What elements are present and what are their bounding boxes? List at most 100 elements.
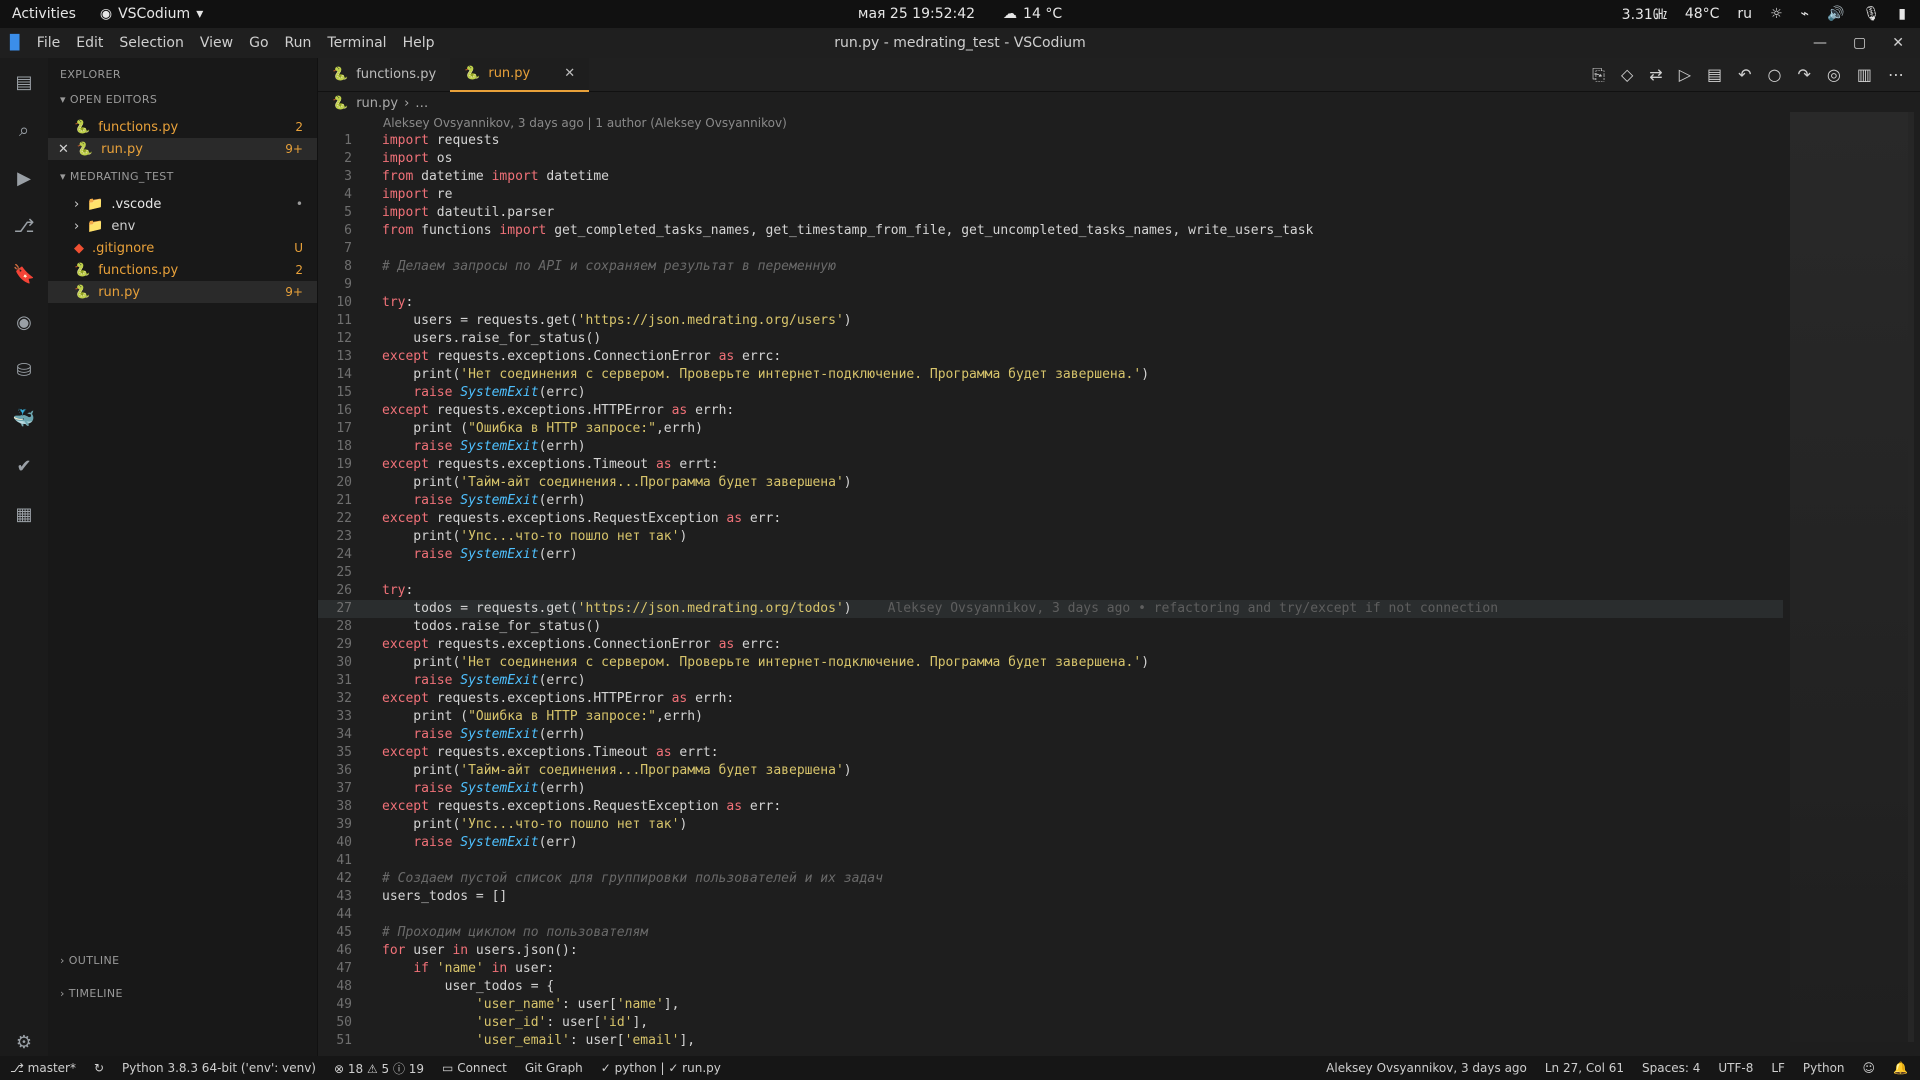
action-icon-2[interactable]: ◇	[1621, 65, 1633, 85]
menu-run[interactable]: Run	[277, 35, 320, 51]
code-line[interactable]: 50 'user_id': user['id'],	[318, 1014, 1783, 1032]
code-line[interactable]: 11 users = requests.get('https://json.me…	[318, 312, 1783, 330]
docker-icon[interactable]: 🐳	[10, 404, 38, 432]
connect-status[interactable]: ▭ Connect	[442, 1061, 507, 1075]
code-line[interactable]: 9	[318, 276, 1783, 294]
code-line[interactable]: 24 raise SystemExit(err)	[318, 546, 1783, 564]
code-line[interactable]: 7	[318, 240, 1783, 258]
action-icon-6[interactable]: ◎	[1827, 65, 1841, 85]
code-line[interactable]: 28 todos.raise_for_status()	[318, 618, 1783, 636]
datetime[interactable]: мая 25 19:52:42	[858, 6, 975, 22]
run-debug-icon[interactable]: ▶	[10, 164, 38, 192]
code-line[interactable]: 30 print('Нет соединения с сервером. Про…	[318, 654, 1783, 672]
code-line[interactable]: 21 raise SystemExit(errh)	[318, 492, 1783, 510]
weather[interactable]: ☁ 14 °C	[1003, 6, 1062, 22]
run-icon[interactable]: ▷	[1679, 65, 1691, 85]
tree-item-env[interactable]: › 📁 env	[48, 215, 317, 237]
menu-go[interactable]: Go	[241, 35, 276, 51]
minimap[interactable]	[1790, 112, 1910, 1042]
encoding-status[interactable]: UTF-8	[1718, 1061, 1753, 1075]
code-line[interactable]: 8 # Делаем запросы по API и сохраняем рез…	[318, 258, 1783, 276]
mic-icon[interactable]: 🎙	[1863, 6, 1881, 22]
scrollbar[interactable]	[1908, 112, 1914, 1042]
menu-view[interactable]: View	[192, 35, 241, 51]
source-control-icon[interactable]: ⎇	[10, 212, 38, 240]
tree-item-functions[interactable]: 🐍 functions.py 2	[48, 259, 317, 281]
code-line[interactable]: 40 raise SystemExit(err)	[318, 834, 1783, 852]
restore-icon[interactable]: ▢	[1853, 35, 1866, 51]
branch-status[interactable]: ⎇ master*	[10, 1061, 76, 1075]
code-editor[interactable]: 1 import requests 2 import os 3 from datetime…	[318, 132, 1783, 1056]
more-icon[interactable]: ⋯	[1888, 65, 1904, 85]
language-indicator[interactable]: ru	[1737, 6, 1752, 22]
notifications-icon[interactable]: 🔔	[1893, 1061, 1908, 1075]
action-icon-3[interactable]: ⇄	[1649, 65, 1662, 85]
tab-run[interactable]: 🐍 run.py ✕	[450, 57, 590, 92]
tab-functions[interactable]: 🐍 functions.py	[318, 58, 450, 92]
eol-status[interactable]: LF	[1771, 1061, 1785, 1075]
menu-selection[interactable]: Selection	[111, 35, 192, 51]
close-editor-icon[interactable]: ✕	[58, 142, 69, 157]
back-icon[interactable]: ↶	[1738, 65, 1751, 85]
menu-edit[interactable]: Edit	[68, 35, 111, 51]
wifi-icon[interactable]: ⌁	[1801, 6, 1809, 22]
cursor-position[interactable]: Ln 27, Col 61	[1545, 1061, 1624, 1075]
code-line[interactable]: 18 raise SystemExit(errh)	[318, 438, 1783, 456]
code-line[interactable]: 25	[318, 564, 1783, 582]
code-line[interactable]: 49 'user_name': user['name'],	[318, 996, 1783, 1014]
open-editor-run[interactable]: ✕ 🐍 run.py 9+	[48, 138, 317, 160]
volume-icon[interactable]: 🔊	[1827, 6, 1844, 22]
code-line[interactable]: 19 except requests.exceptions.Timeout as …	[318, 456, 1783, 474]
python-interpreter[interactable]: Python 3.8.3 64-bit ('env': venv)	[122, 1061, 316, 1075]
code-line[interactable]: 31 raise SystemExit(errc)	[318, 672, 1783, 690]
tree-item-vscode[interactable]: › 📁 .vscode •	[48, 193, 317, 215]
code-line[interactable]: 12 users.raise_for_status()	[318, 330, 1783, 348]
timeline-header[interactable]: › TIMELINE	[48, 977, 317, 1010]
code-line[interactable]: 35 except requests.exceptions.Timeout as …	[318, 744, 1783, 762]
code-line[interactable]: 22 except requests.exceptions.RequestExce…	[318, 510, 1783, 528]
menu-help[interactable]: Help	[395, 35, 443, 51]
code-line[interactable]: 4 import re	[318, 186, 1783, 204]
feedback-icon[interactable]: ☺	[1863, 1061, 1876, 1075]
blame-status[interactable]: Aleksey Ovsyannikov, 3 days ago	[1326, 1061, 1527, 1075]
tree-item-gitignore[interactable]: ◆ .gitignore U	[48, 237, 317, 259]
code-line[interactable]: 44	[318, 906, 1783, 924]
code-line[interactable]: 5 import dateutil.parser	[318, 204, 1783, 222]
brightness-icon[interactable]: ☼	[1770, 6, 1783, 22]
settings-gear-icon[interactable]: ⚙	[10, 1028, 38, 1056]
code-line[interactable]: 16 except requests.exceptions.HTTPError a…	[318, 402, 1783, 420]
code-line[interactable]: 34 raise SystemExit(errh)	[318, 726, 1783, 744]
code-line[interactable]: 47 if 'name' in user:	[318, 960, 1783, 978]
search-icon[interactable]: ⌕	[10, 116, 38, 144]
battery-icon[interactable]: ▮	[1898, 6, 1906, 22]
code-line[interactable]: 26 try:	[318, 582, 1783, 600]
minimize-icon[interactable]: —	[1813, 35, 1827, 51]
close-icon[interactable]: ✕	[1892, 35, 1904, 51]
explorer-icon[interactable]: ▤	[10, 68, 38, 96]
menu-file[interactable]: File	[29, 35, 68, 51]
close-tab-icon[interactable]: ✕	[564, 66, 575, 81]
open-editor-functions[interactable]: 🐍 functions.py 2	[48, 116, 317, 138]
code-line[interactable]: 46 for user in users.json():	[318, 942, 1783, 960]
code-line[interactable]: 41	[318, 852, 1783, 870]
code-line[interactable]: 23 print('Упс...что-то пошло нет так')	[318, 528, 1783, 546]
database-icon[interactable]: ⛁	[10, 356, 38, 384]
open-editors-header[interactable]: ▾ OPEN EDITORS	[48, 91, 317, 116]
workspace-header[interactable]: ▾ MEDRATING_TEST	[48, 160, 317, 193]
problems-status[interactable]: ⊗ 18 ⚠ 5 ⓘ 19	[334, 1060, 424, 1077]
code-line[interactable]: 27 todos = requests.get('https://json.me…	[318, 600, 1783, 618]
code-line[interactable]: 36 print('Тайм-айт соединения...Программ…	[318, 762, 1783, 780]
code-line[interactable]: 17 print ("Ошибка в HTTP запросе:",errh)	[318, 420, 1783, 438]
indentation-status[interactable]: Spaces: 4	[1642, 1061, 1700, 1075]
app-menu[interactable]: ◉ VSCodium ▾	[100, 6, 203, 22]
code-line[interactable]: 48 user_todos = {	[318, 978, 1783, 996]
action-icon-1[interactable]: ⎘	[1592, 65, 1605, 85]
code-line[interactable]: 37 raise SystemExit(errh)	[318, 780, 1783, 798]
code-line[interactable]: 51 'user_email': user['email'],	[318, 1032, 1783, 1050]
code-line[interactable]: 14 print('Нет соединения с сервером. Про…	[318, 366, 1783, 384]
test-icon[interactable]: ✔	[10, 452, 38, 480]
sync-icon[interactable]: ↻	[94, 1061, 104, 1075]
code-line[interactable]: 32 except requests.exceptions.HTTPError a…	[318, 690, 1783, 708]
breadcrumb-file[interactable]: run.py	[356, 96, 398, 111]
code-line[interactable]: 29 except requests.exceptions.ConnectionE…	[318, 636, 1783, 654]
